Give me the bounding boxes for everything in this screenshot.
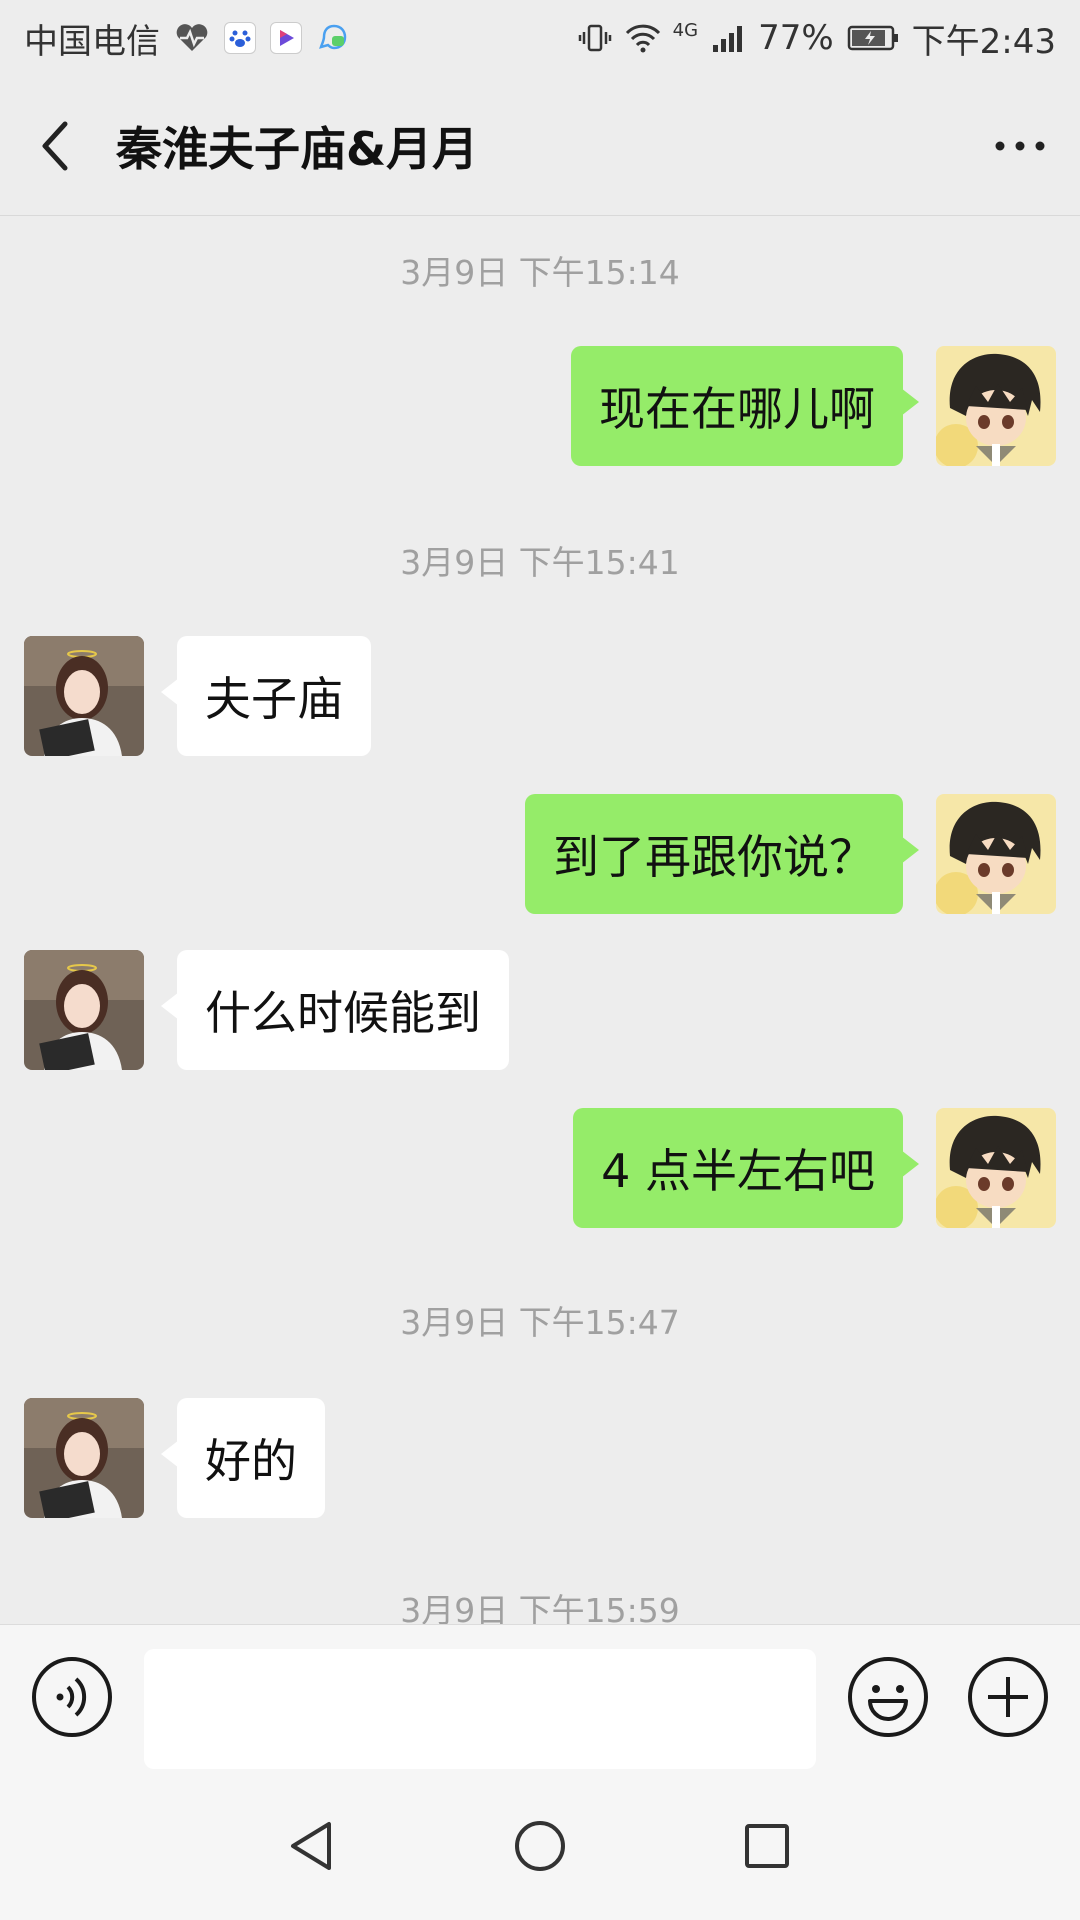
back-button[interactable] — [0, 76, 110, 216]
self-avatar[interactable] — [936, 346, 1056, 466]
message-row-outgoing: 4 点半左右吧 — [0, 1108, 1080, 1230]
heart-monitor-icon — [174, 20, 210, 56]
nav-recent-icon — [744, 1824, 789, 1868]
battery-icon — [846, 20, 900, 56]
network-type: 4G — [672, 19, 699, 41]
signal-icon — [710, 20, 746, 56]
plus-button[interactable] — [966, 1655, 1050, 1739]
more-dots-icon — [995, 141, 1045, 150]
status-bar: 中国电信 4G 77% 下午2:43 — [0, 0, 1080, 76]
timestamp: 3月9日 下午15:14 — [400, 253, 680, 292]
message-bubble-incoming[interactable]: 好的 — [161, 1398, 325, 1518]
input-bar — [0, 1624, 1080, 1772]
message-bubble-outgoing[interactable]: 到了再跟你说？ — [525, 794, 919, 914]
contact-avatar[interactable] — [24, 950, 144, 1070]
contact-avatar[interactable] — [24, 1398, 144, 1518]
message-bubble-outgoing[interactable]: 现在在哪儿啊 — [571, 346, 919, 466]
message-list[interactable]: 3月9日 下午15:14 现在在哪儿啊 3月9日 下午15:41 夫子庙 到了再… — [0, 216, 1080, 1624]
voice-icon — [32, 1657, 112, 1737]
self-avatar[interactable] — [936, 1108, 1056, 1228]
status-left: 中国电信 — [24, 14, 352, 63]
nav-back-button[interactable] — [273, 1806, 353, 1886]
message-bubble-incoming[interactable]: 夫子庙 — [161, 636, 371, 756]
message-row-incoming: 好的 — [0, 1398, 1080, 1520]
self-avatar[interactable] — [936, 794, 1056, 914]
nav-home-icon — [514, 1821, 565, 1871]
timestamp: 3月9日 下午15:41 — [400, 543, 680, 582]
nav-home-button[interactable] — [500, 1806, 580, 1886]
chat-app-icon — [316, 20, 352, 56]
video-app-icon — [270, 22, 302, 54]
clock: 下午2:43 — [911, 21, 1056, 62]
baidu-icon — [224, 22, 256, 54]
nav-back-icon — [291, 1822, 332, 1870]
emoji-icon — [848, 1657, 928, 1737]
contact-avatar[interactable] — [24, 636, 144, 756]
carrier-name: 中国电信 — [24, 21, 160, 62]
timestamp: 3月9日 下午15:47 — [400, 1303, 680, 1342]
wifi-icon — [625, 20, 661, 56]
chat-title: 秦淮夫子庙&月月 — [116, 121, 479, 176]
chat-header: 秦淮夫子庙&月月 — [0, 76, 1080, 216]
message-row-incoming: 什么时候能到 — [0, 950, 1080, 1072]
system-nav-bar — [0, 1772, 1080, 1920]
vibrate-icon — [577, 20, 613, 56]
voice-button[interactable] — [30, 1655, 114, 1739]
message-row-outgoing: 现在在哪儿啊 — [0, 346, 1080, 468]
message-bubble-outgoing[interactable]: 4 点半左右吧 — [573, 1108, 919, 1228]
message-row-outgoing: 到了再跟你说？ — [0, 794, 1080, 916]
message-bubble-incoming[interactable]: 什么时候能到 — [161, 950, 509, 1070]
emoji-button[interactable] — [846, 1655, 930, 1739]
timestamp: 3月9日 下午15:59 — [400, 1591, 680, 1624]
battery-percent: 77% — [758, 18, 834, 58]
plus-icon — [968, 1657, 1048, 1737]
nav-recent-button[interactable] — [727, 1806, 807, 1886]
status-right: 4G 77% 下午2:43 — [577, 14, 1056, 63]
message-row-incoming: 夫子庙 — [0, 636, 1080, 758]
message-input[interactable] — [144, 1649, 816, 1769]
back-chevron-icon — [42, 121, 68, 170]
more-button[interactable] — [960, 76, 1080, 216]
